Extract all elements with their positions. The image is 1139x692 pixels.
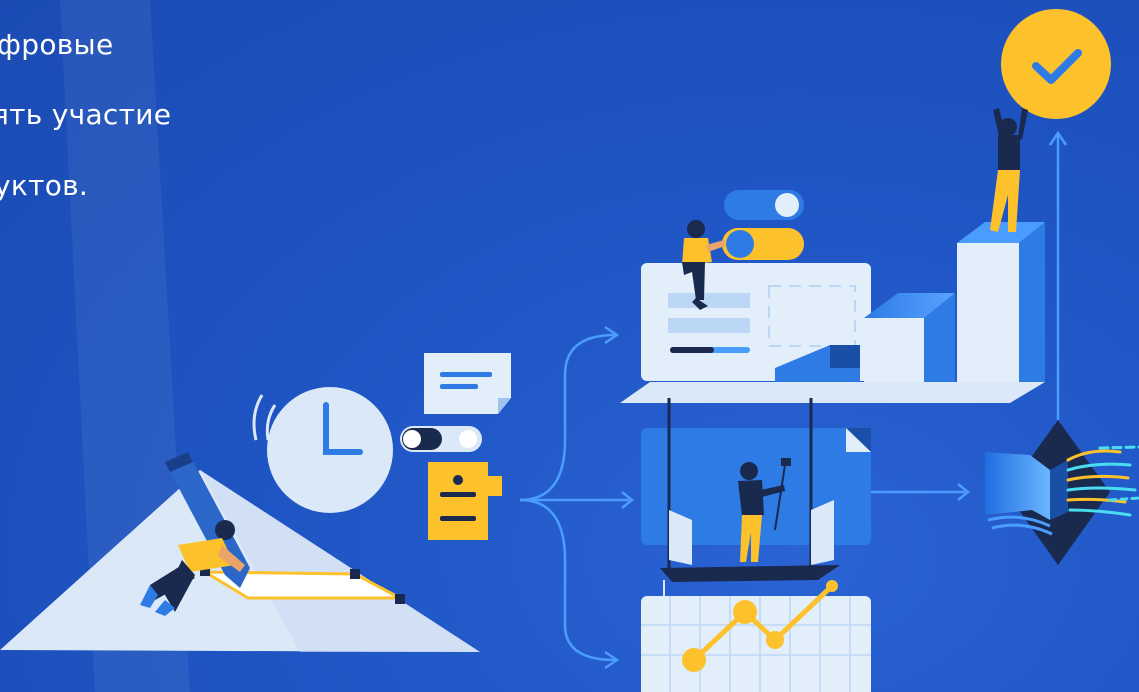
- yellow-document: [428, 462, 502, 540]
- painter-scene: [641, 398, 871, 582]
- dashboard-scene: [620, 190, 1045, 403]
- step-2: [864, 318, 924, 382]
- clock-icon: [252, 387, 393, 513]
- toggle-switch: [400, 426, 482, 452]
- note-card: [424, 353, 511, 414]
- celebrating-person: [990, 108, 1028, 232]
- step-3: [957, 243, 1019, 382]
- illustration: [0, 0, 1139, 692]
- drafting-scene: [0, 452, 480, 652]
- gondola: [660, 565, 840, 582]
- check-icon: [1001, 9, 1111, 119]
- book-icon: [985, 420, 1139, 565]
- chart-panel: [641, 580, 871, 692]
